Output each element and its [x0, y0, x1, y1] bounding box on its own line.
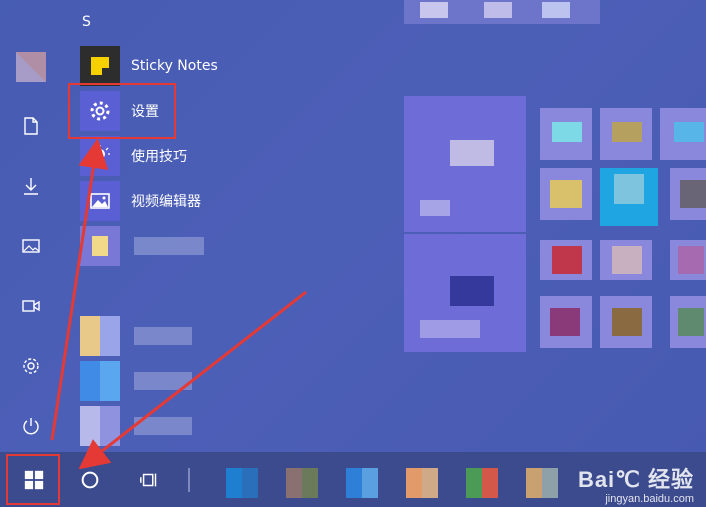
documents-icon[interactable]	[0, 106, 62, 146]
app-label	[134, 417, 192, 435]
baidu-watermark: Bai℃ 经验 jingyan.baidu.com	[578, 462, 694, 505]
taskbar-app[interactable]	[346, 468, 378, 498]
tile[interactable]	[600, 240, 652, 280]
tile[interactable]	[670, 296, 706, 348]
tile[interactable]	[540, 168, 592, 220]
app-blurred[interactable]	[80, 361, 320, 401]
power-icon[interactable]	[0, 406, 62, 446]
letter-header[interactable]: S	[82, 14, 91, 30]
tile[interactable]	[540, 240, 592, 280]
app-icon	[80, 316, 120, 356]
start-rail	[0, 0, 62, 452]
start-menu: S Sticky Notes 设置 使用技巧 视频编辑器	[0, 0, 706, 452]
app-icon	[80, 226, 120, 266]
app-sticky-notes[interactable]: Sticky Notes	[80, 46, 320, 86]
tile[interactable]	[540, 108, 592, 160]
start-highlight	[6, 454, 60, 505]
watermark-sub: jingyan.baidu.com	[605, 493, 694, 505]
app-blurred[interactable]	[80, 406, 320, 446]
video-editor-icon	[80, 181, 120, 221]
tile[interactable]	[404, 0, 600, 24]
app-blurred[interactable]	[80, 316, 320, 356]
app-list: S Sticky Notes 设置 使用技巧 视频编辑器	[78, 0, 328, 452]
settings-icon[interactable]	[0, 346, 62, 386]
app-label	[134, 327, 192, 345]
lightbulb-icon	[80, 136, 120, 176]
app-label	[134, 237, 204, 255]
taskbar-app[interactable]	[466, 468, 498, 498]
app-blurred[interactable]	[80, 226, 320, 266]
tile[interactable]	[540, 296, 592, 348]
taskbar-app[interactable]	[226, 468, 258, 498]
cortana-search-icon[interactable]	[62, 452, 118, 507]
app-label	[134, 372, 192, 390]
tile[interactable]	[600, 108, 652, 160]
app-label: Sticky Notes	[131, 58, 218, 74]
taskbar-app[interactable]	[406, 468, 438, 498]
app-tips[interactable]: 使用技巧	[80, 136, 320, 176]
pictures-icon[interactable]	[0, 226, 62, 266]
taskbar: Bai℃ 经验 jingyan.baidu.com	[0, 452, 706, 507]
taskbar-app[interactable]	[286, 468, 318, 498]
tile[interactable]	[600, 168, 658, 226]
watermark-main: Bai℃ 经验	[577, 467, 694, 492]
app-icon	[80, 361, 120, 401]
app-video-editor[interactable]: 视频编辑器	[80, 181, 320, 221]
task-view-icon[interactable]	[122, 452, 178, 507]
app-icon	[80, 406, 120, 446]
tile[interactable]	[670, 168, 706, 220]
taskbar-divider	[188, 468, 190, 492]
tile[interactable]	[600, 296, 652, 348]
tile[interactable]	[670, 240, 706, 280]
tile-grid	[404, 0, 706, 452]
tile[interactable]	[404, 96, 526, 232]
videos-icon[interactable]	[0, 286, 62, 326]
settings-highlight	[68, 83, 176, 139]
app-label: 视频编辑器	[131, 194, 201, 210]
downloads-icon[interactable]	[0, 166, 62, 206]
tile[interactable]	[404, 234, 526, 352]
app-label: 使用技巧	[131, 149, 187, 165]
user-avatar[interactable]	[16, 52, 46, 82]
taskbar-app[interactable]	[526, 468, 558, 498]
tile[interactable]	[660, 108, 706, 160]
sticky-notes-icon	[80, 46, 120, 86]
